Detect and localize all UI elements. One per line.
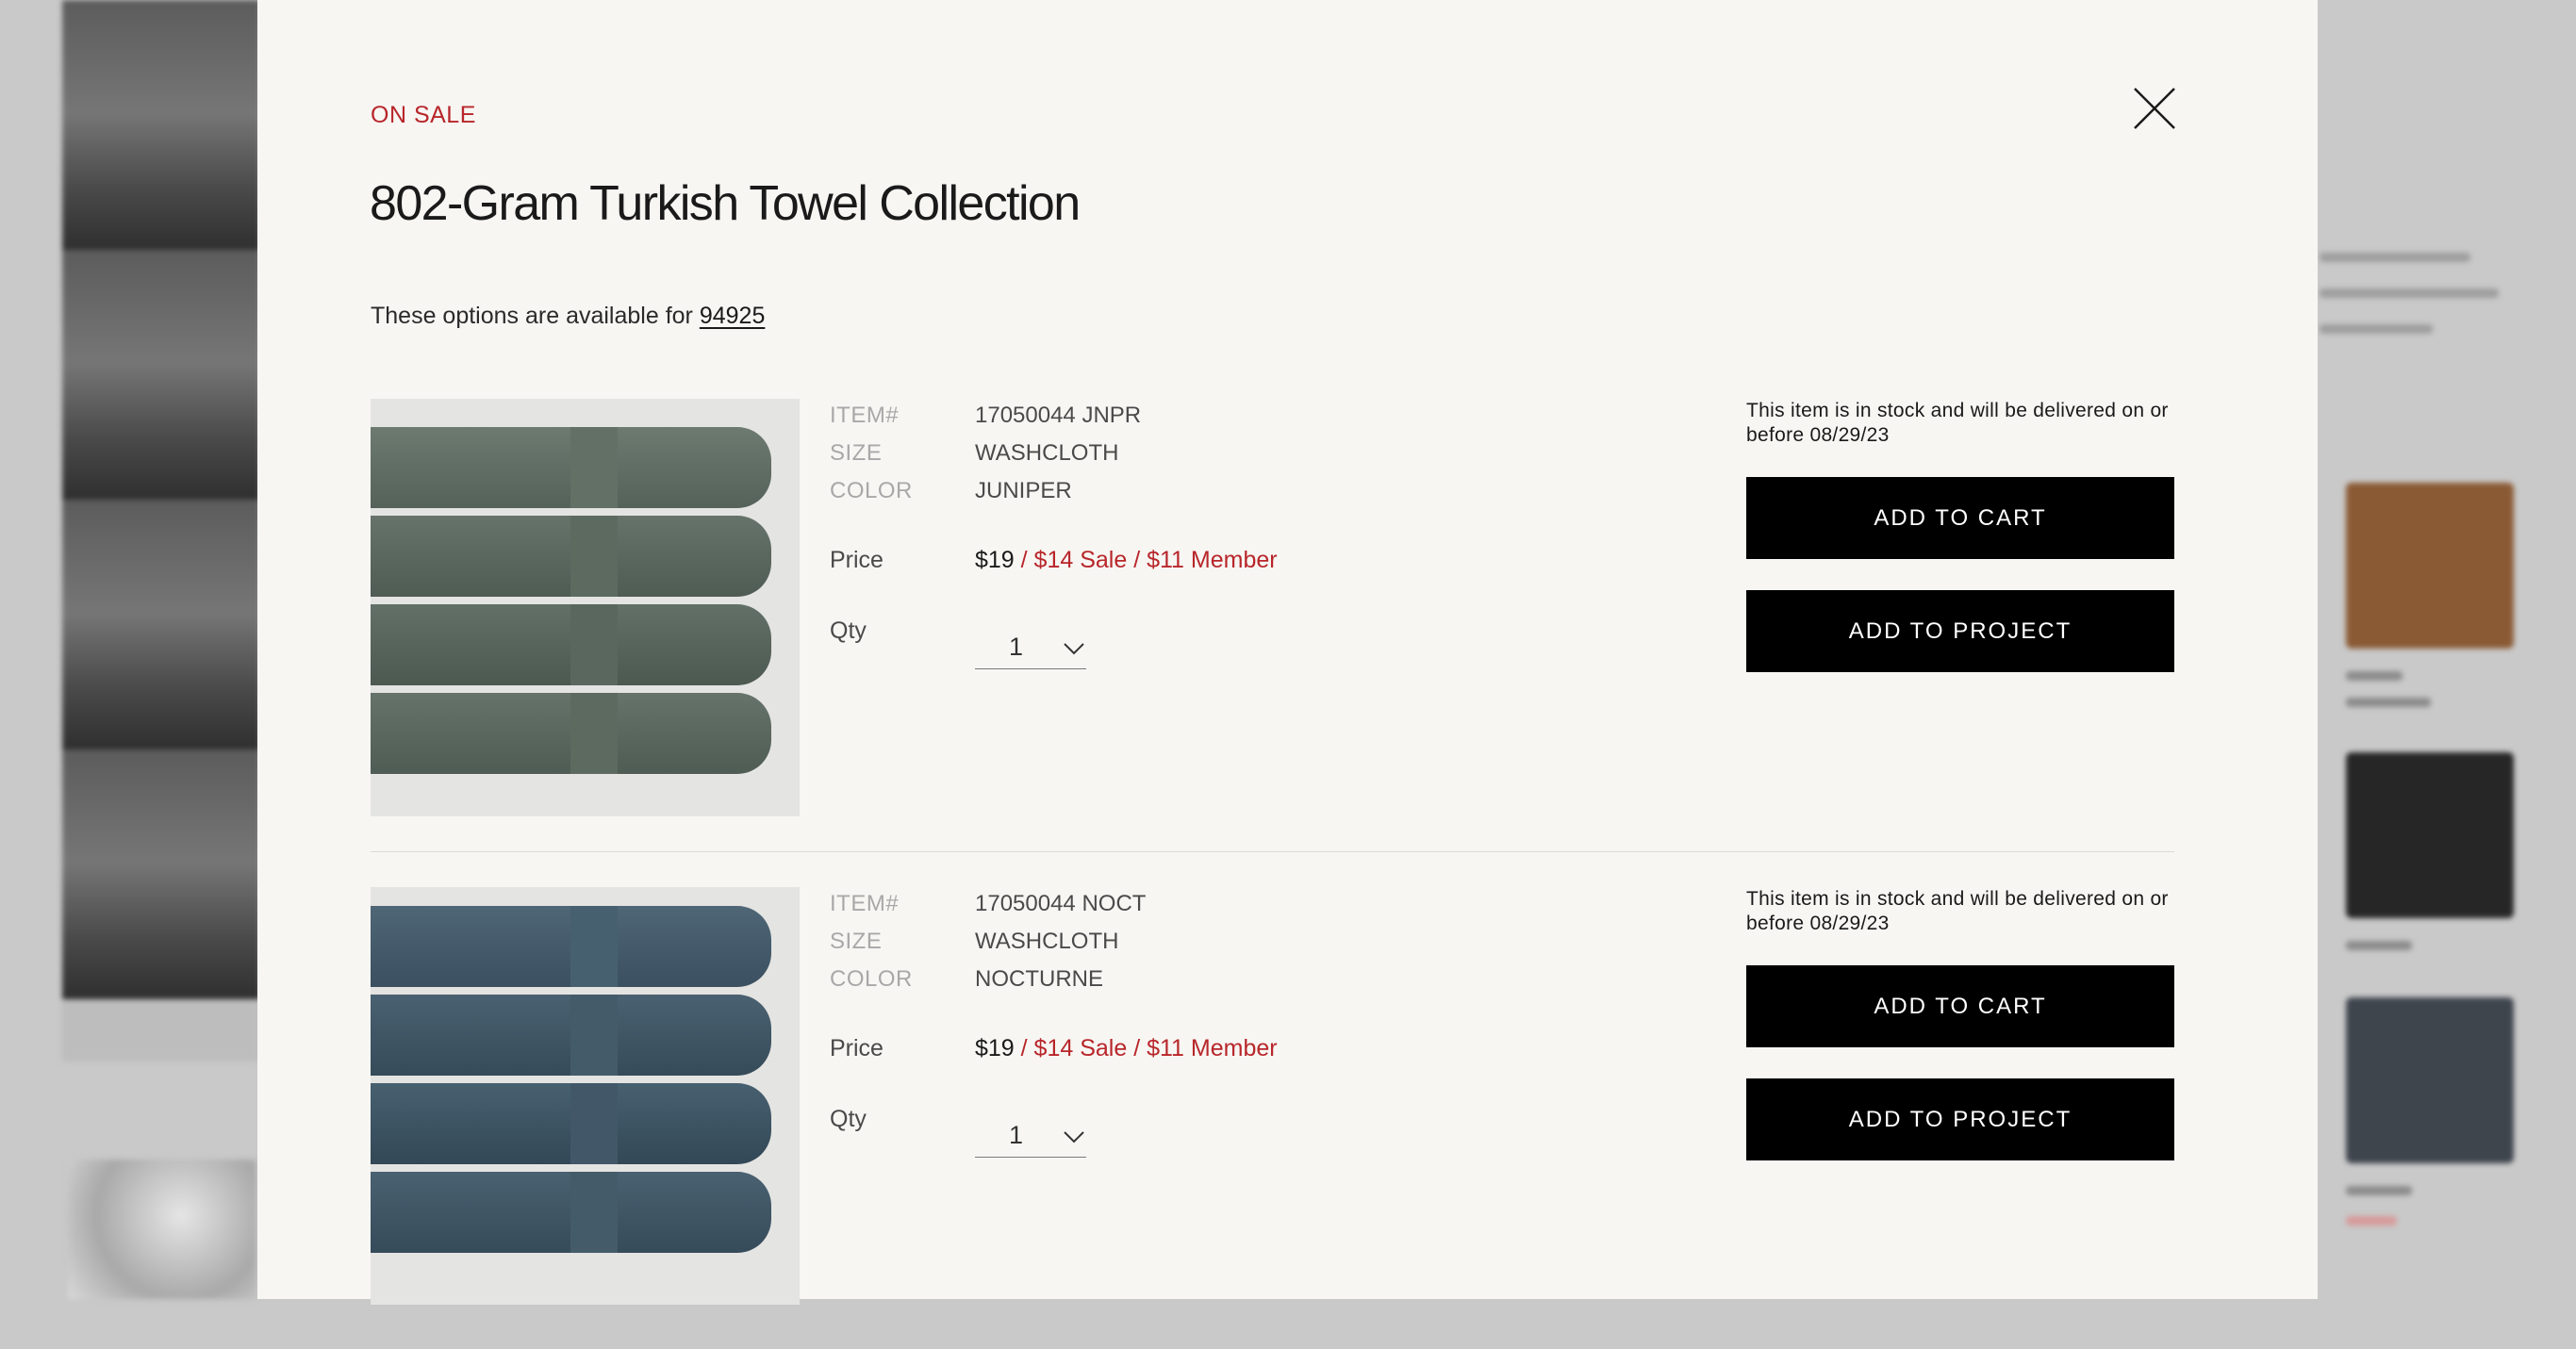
on-sale-badge: ON SALE [371,102,476,128]
spec-size: SIZE WASHCLOTH [830,929,1490,966]
add-to-cart-button[interactable]: ADD TO CART [1746,965,2174,1047]
product-specs: ITEM# 17050044 JNPR SIZE WASHCLOTH COLOR… [830,403,1490,669]
add-to-cart-button[interactable]: ADD TO CART [1746,477,2174,559]
quantity-select[interactable]: 1 [975,617,1086,669]
background-swatch-black [2346,752,2514,918]
price-line: Price $19 / $14 Sale / $11 Member [830,547,1278,574]
sale-member-price: / $14 Sale / $11 Member [1014,1035,1278,1061]
spec-label: COLOR [830,966,913,992]
price-line: Price $19 / $14 Sale / $11 Member [830,1035,1278,1062]
background-swatch-label [2346,941,2412,950]
background-thumbnail-strip [62,999,260,1061]
item-number-value: 17050044 NOCT [975,891,1147,916]
spec-color: COLOR NOCTURNE [830,966,1490,1004]
product-title: 802-Gram Turkish Towel Collection [370,176,1081,231]
add-to-project-button[interactable]: ADD TO PROJECT [1746,1078,2174,1160]
stock-message: This item is in stock and will be delive… [1746,888,2169,934]
product-option-row: ITEM# 17050044 NOCT SIZE WASHCLOTH COLOR… [371,887,2174,1349]
availability-text: These options are available for 94925 [371,303,765,330]
spec-color: COLOR JUNIPER [830,478,1490,516]
spec-label: ITEM# [830,403,900,428]
zip-code-link[interactable]: 94925 [700,303,766,329]
background-description-text [2320,226,2527,360]
background-product-image [62,0,260,999]
color-value: NOCTURNE [975,966,1103,992]
quantity-value: 1 [1009,633,1024,661]
color-value: JUNIPER [975,478,1072,503]
qty-label: Qty [830,617,867,644]
sale-member-price: / $14 Sale / $11 Member [1014,547,1278,573]
spec-label: COLOR [830,478,913,503]
background-swatch-label [2346,671,2403,681]
background-swatch-label [2346,1186,2412,1195]
chevron-down-icon [1064,1131,1084,1143]
qty-label: Qty [830,1106,867,1132]
stock-message: This item is in stock and will be delive… [1746,400,2169,446]
spec-item-number: ITEM# 17050044 JNPR [830,403,1490,440]
product-option-row: ITEM# 17050044 JNPR SIZE WASHCLOTH COLOR… [371,399,2174,861]
price-label: Price [830,1035,883,1061]
close-button[interactable] [2133,87,2176,130]
regular-price: $19 [975,547,1015,573]
spec-item-number: ITEM# 17050044 NOCT [830,891,1490,929]
background-swatch-slate [2346,997,2514,1163]
quantity-value: 1 [1009,1121,1024,1149]
add-to-project-button[interactable]: ADD TO PROJECT [1746,590,2174,672]
row-divider [371,851,2174,852]
product-image [371,887,800,1305]
spec-label: ITEM# [830,891,900,916]
size-value: WASHCLOTH [975,440,1119,466]
spec-label: SIZE [830,929,883,954]
product-specs: ITEM# 17050044 NOCT SIZE WASHCLOTH COLOR… [830,891,1490,1158]
item-number-value: 17050044 JNPR [975,403,1142,428]
background-lifestyle-image [68,1160,256,1299]
spec-label: SIZE [830,440,883,466]
background-swatch-sale-label [2346,1216,2397,1226]
size-value: WASHCLOTH [975,929,1119,954]
spec-size: SIZE WASHCLOTH [830,440,1490,478]
background-swatch-label [2346,698,2431,707]
availability-prefix: These options are available for [371,303,700,329]
product-image [371,399,800,816]
price-label: Price [830,547,883,573]
chevron-down-icon [1064,643,1084,655]
background-swatch-brown [2346,483,2514,649]
quantity-select[interactable]: 1 [975,1106,1086,1158]
regular-price: $19 [975,1035,1015,1061]
close-icon [2134,88,2175,129]
